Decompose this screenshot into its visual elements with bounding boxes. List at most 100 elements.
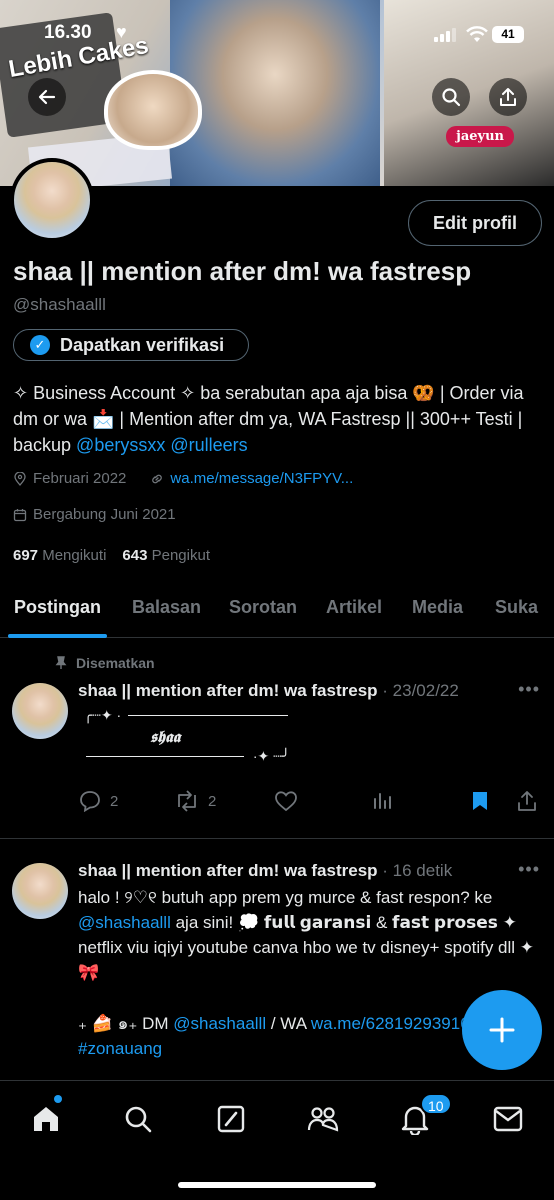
tab-postingan[interactable]: Postingan — [7, 590, 108, 638]
back-button[interactable] — [28, 78, 66, 116]
nav-grok[interactable] — [211, 1101, 251, 1137]
profile-link[interactable]: wa.me/message/N3FPYV... — [170, 470, 353, 487]
battery-indicator: 41 — [492, 26, 524, 43]
reply-button[interactable]: 2 — [78, 790, 118, 812]
reply-icon — [80, 791, 100, 812]
plus-icon — [489, 1017, 515, 1043]
get-verified-button[interactable]: ✓ Dapatkan verifikasi — [13, 329, 249, 361]
mail-icon — [493, 1106, 523, 1132]
tweet-header: shaa || mention after dm! wa fastresp · … — [78, 861, 452, 881]
tweet-header: shaa || mention after dm! wa fastresp · … — [78, 681, 459, 701]
tweet-author[interactable]: shaa || mention after dm! wa fastresp — [78, 861, 378, 880]
followers-count: 643 — [122, 547, 148, 564]
views-button[interactable] — [372, 790, 392, 810]
edit-profile-button[interactable]: Edit profil — [408, 200, 542, 246]
tweet-hashtag[interactable]: #zonauang — [78, 1039, 162, 1058]
tweet-avatar[interactable] — [12, 863, 68, 919]
tweet-mention[interactable]: @shashaalll — [173, 1014, 266, 1033]
wifi-icon — [466, 26, 488, 42]
get-verified-label: Dapatkan verifikasi — [60, 334, 225, 355]
banner-heart-frame — [104, 70, 202, 150]
share-icon — [500, 88, 516, 106]
verified-badge-icon: ✓ — [30, 335, 50, 355]
home-indicator — [178, 1182, 376, 1188]
pin-icon — [55, 656, 67, 669]
profile-avatar[interactable] — [10, 158, 94, 242]
profile-joined-row: Bergabung Juni 2021 — [13, 506, 176, 523]
pinned-label: Disematkan — [76, 655, 155, 671]
banner-tag: jaeyun — [446, 126, 514, 147]
art-title: 𝖘𝖍𝖆𝖆 — [150, 727, 181, 746]
heart-icon: ♥ — [116, 22, 127, 42]
repost-button[interactable]: 2 — [174, 790, 216, 812]
share-icon — [518, 791, 536, 811]
pinned-indicator: Disematkan — [54, 655, 155, 671]
status-time: 16.30 — [44, 22, 92, 43]
tweet-text-part: halo ! ୨♡୧ butuh app prem yg murce & fas… — [78, 888, 493, 907]
profile-meta-row: Februari 2022 wa.me/message/N3FPYV... — [13, 470, 353, 487]
search-icon — [442, 88, 461, 107]
art-top: ╭┈✦ · — [84, 707, 122, 723]
calendar-icon — [13, 508, 27, 521]
heart-icon — [275, 791, 297, 812]
link-icon — [152, 474, 163, 483]
tweet-author[interactable]: shaa || mention after dm! wa fastresp — [78, 681, 378, 700]
tweet-avatar[interactable] — [12, 683, 68, 739]
status-bar: 16.30 ♥ 41 — [0, 22, 554, 52]
tweet-text-art: ╭┈✦ · 𝖘𝖍𝖆𝖆 ·✦ ┈╯ — [84, 707, 290, 765]
search-button[interactable] — [432, 78, 470, 116]
tweet-mention[interactable]: @shashaalll — [78, 913, 171, 932]
follow-stats: 697 Mengikuti 643 Pengikut — [13, 547, 210, 564]
like-button[interactable] — [274, 790, 298, 812]
following-count: 697 — [13, 547, 39, 564]
tab-artikel[interactable]: Artikel — [326, 590, 382, 638]
profile-location: Februari 2022 — [33, 470, 127, 487]
nav-messages[interactable] — [488, 1101, 528, 1137]
tweet[interactable]: Disematkan shaa || mention after dm! wa … — [0, 655, 554, 835]
following-label: Mengikuti — [42, 547, 107, 564]
profile-name: shaa || mention after dm! wa fastresp — [13, 256, 472, 286]
tweet-actions: 2 2 — [78, 790, 540, 814]
signal-icon — [434, 28, 456, 42]
tab-media[interactable]: Media — [412, 590, 463, 638]
art-bottom: ·✦ ┈╯ — [252, 748, 290, 764]
tab-balasan[interactable]: Balasan — [132, 590, 201, 638]
following-link[interactable]: 697 Mengikuti — [13, 547, 106, 564]
repost-icon — [178, 790, 196, 812]
search-icon — [125, 1106, 152, 1133]
repost-count: 2 — [208, 792, 217, 810]
share-tweet-button[interactable] — [516, 790, 538, 812]
tab-suka[interactable]: Suka — [495, 590, 538, 638]
nav-communities[interactable] — [303, 1101, 343, 1137]
arrow-left-icon — [38, 89, 56, 105]
home-icon — [34, 1107, 58, 1131]
followers-label: Pengikut — [151, 547, 210, 564]
compose-button[interactable] — [462, 990, 542, 1070]
tweet-time: · 16 detik — [382, 861, 453, 880]
bio-mention[interactable]: @rulleers — [170, 435, 247, 455]
profile-tabs: Postingan Balasan Sorotan Artikel Media … — [0, 590, 554, 638]
followers-link[interactable]: 643 Pengikut — [122, 547, 210, 564]
profile-joined: Bergabung Juni 2021 — [33, 506, 176, 523]
tab-sorotan[interactable]: Sorotan — [229, 590, 297, 638]
tweet-date: · 23/02/22 — [382, 681, 459, 700]
views-icon — [374, 793, 391, 809]
nav-home[interactable] — [26, 1101, 66, 1137]
more-options-icon[interactable]: ••• — [518, 679, 540, 700]
reply-count: 2 — [110, 792, 119, 810]
divider — [0, 838, 554, 839]
bookmark-icon — [473, 792, 487, 810]
tweet-text-part: ₊ 🍰 ๑₊ DM — [78, 1014, 174, 1033]
more-options-icon[interactable]: ••• — [518, 859, 540, 880]
share-button[interactable] — [489, 78, 527, 116]
grok-icon — [217, 1105, 245, 1133]
bookmark-button[interactable] — [470, 790, 490, 812]
notification-badge: 10 — [420, 1093, 452, 1115]
location-icon — [14, 471, 26, 486]
nav-search[interactable] — [118, 1101, 158, 1137]
bio-mention[interactable]: @beryssxx — [76, 435, 165, 455]
home-unread-dot — [54, 1095, 62, 1103]
profile-bio: ✧ Business Account ✧ ba serabutan apa aj… — [13, 380, 543, 458]
communities-icon — [307, 1107, 339, 1132]
profile-handle: @shashaalll — [13, 295, 106, 314]
